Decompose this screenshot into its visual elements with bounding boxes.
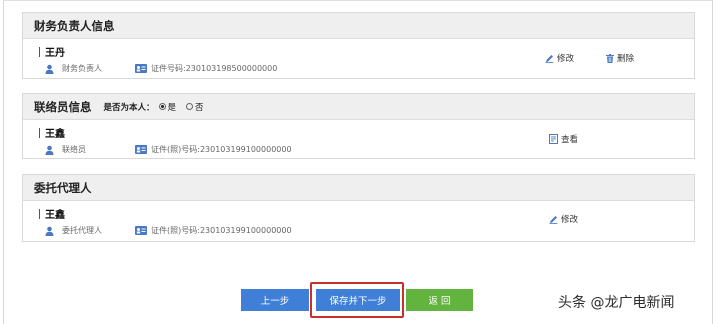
document-view-icon: [549, 134, 558, 144]
edit-label: 修改: [561, 215, 579, 225]
agent-entry: 王鑫 委托代理人 证件(照)号码: 230103199100000000: [39, 207, 292, 236]
save-and-next-button[interactable]: 保存并下一步: [316, 289, 400, 311]
id-card-icon: [135, 145, 147, 154]
name-marker: [39, 208, 40, 219]
prev-step-button[interactable]: 上一步: [241, 289, 309, 311]
user-icon: [45, 64, 54, 74]
id-card-icon: [135, 64, 147, 73]
agent-section: 委托代理人 王鑫 委托代理人 证件(照)号码: 2301031991000000…: [22, 174, 695, 242]
id-card-icon: [135, 226, 147, 235]
user-icon: [45, 226, 54, 236]
id-label: 证件(照)号码:: [151, 145, 200, 154]
section-header: 联络员信息 是否为本人： 是 否: [23, 94, 694, 120]
frame-top-border: [3, 0, 713, 1]
edit-agent-button[interactable]: 修改: [549, 213, 578, 225]
id-label: 证件(照)号码:: [151, 226, 200, 235]
pencil-icon: [549, 215, 558, 224]
id-label: 证件号码:: [151, 64, 186, 73]
back-button[interactable]: 返 回: [406, 289, 473, 311]
person-name: 王丹: [45, 48, 65, 59]
section-title: 委托代理人: [23, 175, 694, 201]
liaison-section: 联络员信息 是否为本人： 是 否 王鑫 联络员 证件(照)号码: 2301031…: [22, 93, 695, 159]
edit-finance-button[interactable]: 修改: [545, 52, 574, 64]
delete-finance-button[interactable]: 删除: [606, 52, 634, 64]
person-role: 委托代理人: [62, 226, 102, 235]
name-marker: [39, 127, 40, 138]
liaison-entry: 王鑫 联络员 证件(照)号码: 230103199100000000: [39, 126, 292, 155]
person-role: 财务负责人: [62, 64, 102, 73]
self-question-label: 是否为本人：: [103, 102, 155, 113]
frame-right-border: [712, 0, 713, 324]
id-number: 230103199100000000: [199, 226, 292, 235]
finance-officer-entry: 王丹 财务负责人 证件号码: 230103198500000000: [39, 45, 277, 74]
view-label: 查看: [561, 135, 579, 145]
name-marker: [39, 46, 40, 57]
section-title: 联络员信息: [34, 99, 92, 114]
id-number: 230103198500000000: [185, 64, 278, 73]
delete-label: 删除: [617, 54, 635, 64]
pencil-icon: [545, 54, 554, 63]
frame-left-border: [3, 0, 4, 324]
person-role: 联络员: [62, 145, 86, 154]
person-name: 王鑫: [45, 129, 65, 140]
section-title: 财务负责人信息: [23, 13, 694, 39]
edit-label: 修改: [557, 54, 575, 64]
finance-officer-section: 财务负责人信息 王丹 财务负责人 证件号码: 23010319850000000…: [22, 12, 695, 79]
radio-yes-label: 是: [167, 102, 177, 113]
radio-no[interactable]: [186, 103, 194, 110]
user-icon: [45, 145, 54, 155]
radio-yes[interactable]: [158, 103, 166, 110]
watermark: 头条 @龙广电新闻: [558, 295, 675, 311]
trash-icon: [606, 53, 614, 63]
self-radio-group: 是否为本人： 是 否: [104, 101, 204, 113]
id-number: 230103199100000000: [199, 145, 292, 154]
radio-no-label: 否: [195, 102, 204, 113]
view-liaison-button[interactable]: 查看: [549, 133, 578, 145]
person-name: 王鑫: [45, 210, 65, 221]
